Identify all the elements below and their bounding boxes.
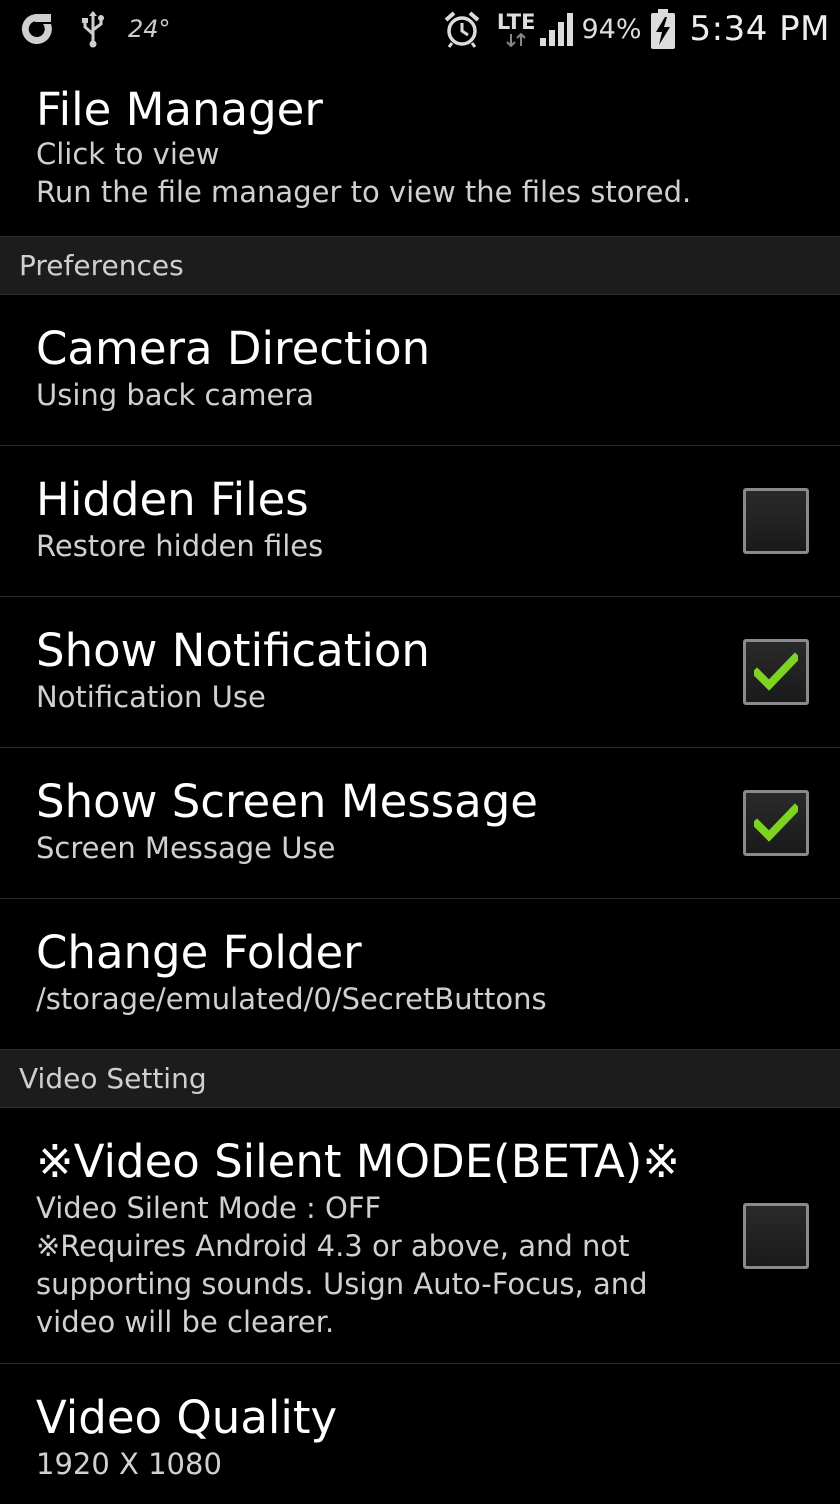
show-notification-checkbox[interactable] [743,639,809,705]
show-screen-message-item[interactable]: Show Screen Message Screen Message Use [0,748,840,899]
clock: 5:34 PM [689,9,830,49]
battery-charging-icon [650,8,676,50]
video-silent-mode-checkbox[interactable] [743,1203,809,1269]
pref-summary: Notification Use [36,680,266,714]
pref-summary: Restore hidden files [36,529,324,563]
pref-title: Show Notification [36,624,430,677]
section-header-preferences: Preferences [0,237,840,295]
status-bar-left: 24° [18,0,171,58]
status-bar: 24° LTE 94% 5:34 PM [0,0,840,58]
section-header-video-setting: Video Setting [0,1050,840,1108]
video-quality-item[interactable]: Video Quality 1920 X 1080 [0,1364,840,1504]
pref-summary: Using back camera [36,378,315,412]
settings-list: File Manager Click to view Run the file … [0,58,840,1504]
file-manager-item[interactable]: File Manager Click to view Run the file … [0,58,840,237]
signal-icon [539,11,577,47]
pref-title: Camera Direction [36,322,431,375]
alarm-icon [443,10,481,48]
checkmark-icon [754,652,798,691]
checkmark-icon [754,803,798,842]
pref-summary: /storage/emulated/0/SecretButtons [36,982,547,1016]
change-folder-item[interactable]: Change Folder /storage/emulated/0/Secret… [0,899,840,1050]
pref-title: Video Quality [36,1391,338,1444]
show-screen-message-checkbox[interactable] [743,790,809,856]
battery-percent: 94% [581,13,642,45]
pref-title: Change Folder [36,926,362,979]
pref-title: Show Screen Message [36,775,538,828]
hidden-files-checkbox[interactable] [743,488,809,554]
pref-summary: 1920 X 1080 [36,1447,222,1481]
status-bar-right: LTE 94% 5:34 PM [443,0,830,58]
hidden-files-item[interactable]: Hidden Files Restore hidden files [0,446,840,597]
pref-title: File Manager [36,83,323,136]
pref-summary: Video Silent Mode : OFF ※Requires Androi… [36,1191,648,1339]
camera-direction-item[interactable]: Camera Direction Using back camera [0,295,840,446]
lte-icon: LTE [497,11,535,47]
show-notification-item[interactable]: Show Notification Notification Use [0,597,840,748]
pref-title: Hidden Files [36,473,309,526]
video-silent-mode-item[interactable]: ※Video Silent MODE(BETA)※ Video Silent M… [0,1108,840,1364]
temperature-indicator: 24° [128,15,171,43]
pref-summary: Click to view Run the file manager to vi… [36,137,692,209]
usb-icon [80,10,106,48]
app-notification-icon [18,10,56,48]
pref-title: ※Video Silent MODE(BETA)※ [36,1135,681,1188]
pref-summary: Screen Message Use [36,831,336,865]
